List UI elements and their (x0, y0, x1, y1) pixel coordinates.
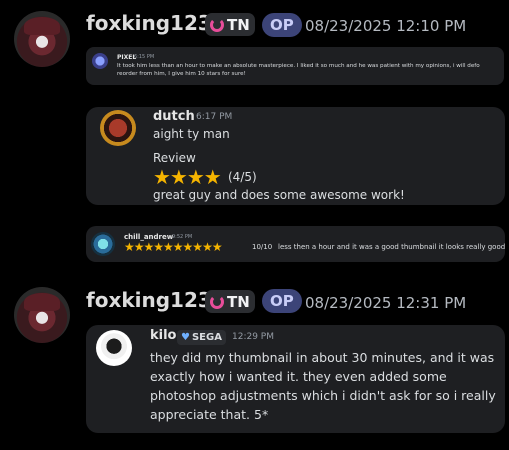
op-badge: OP (262, 13, 302, 37)
server-tag[interactable]: TN (205, 290, 255, 313)
review-time: 12:29 PM (232, 332, 274, 342)
heart-icon: ♥ (181, 332, 190, 343)
tag-label: TN (227, 15, 250, 34)
review-card-dutch: dutch 6:17 PM aight ty man Review ★★★★ (… (86, 107, 505, 205)
avatar[interactable] (92, 53, 108, 69)
avatar[interactable] (14, 11, 70, 67)
tag-icon (210, 17, 224, 32)
review-text: It took him less than an hour to make an… (117, 63, 480, 77)
op-badge: OP (262, 289, 302, 313)
review-heading: Review (153, 151, 196, 165)
review-card-chill-andrew: chill_andrew 9:52 PM ★★★★★★★★★★ 10/10 le… (86, 226, 505, 262)
avatar[interactable] (14, 287, 70, 343)
avatar[interactable] (100, 110, 136, 146)
review-time: 6:15 PM (134, 54, 155, 60)
review-card-kilo: kilo ♥ SEGA 12:29 PM they did my thumbna… (86, 325, 505, 433)
review-text: less then a hour and it was a good thumb… (278, 243, 506, 251)
review-text: great guy and does some awesome work! (153, 188, 405, 202)
tag-label: SEGA (191, 332, 222, 343)
tag-icon (210, 294, 224, 309)
tag-label: TN (227, 292, 250, 311)
rating-value: (4/5) (228, 170, 257, 184)
star-rating: ★★★★★★★★★★ (124, 240, 223, 254)
reviewer-name[interactable]: kilo (150, 328, 177, 343)
review-line: aight ty man (153, 127, 230, 141)
rating-value: 10/10 (252, 243, 273, 251)
avatar[interactable] (91, 232, 115, 256)
reviewer-name[interactable]: dutch (153, 109, 195, 124)
timestamp: 08/23/2025 12:31 PM (305, 294, 467, 312)
timestamp: 08/23/2025 12:10 PM (305, 17, 467, 35)
review-time: 6:17 PM (196, 112, 233, 122)
review-card-pixel: PIXEL 6:15 PM It took him less than an h… (86, 47, 504, 85)
review-text: they did my thumbnail in about 30 minute… (150, 350, 496, 422)
server-tag[interactable]: TN (205, 13, 255, 36)
star-rating: ★★★★ (153, 165, 222, 189)
server-tag[interactable]: ♥ SEGA (177, 330, 226, 345)
avatar[interactable] (96, 330, 132, 366)
